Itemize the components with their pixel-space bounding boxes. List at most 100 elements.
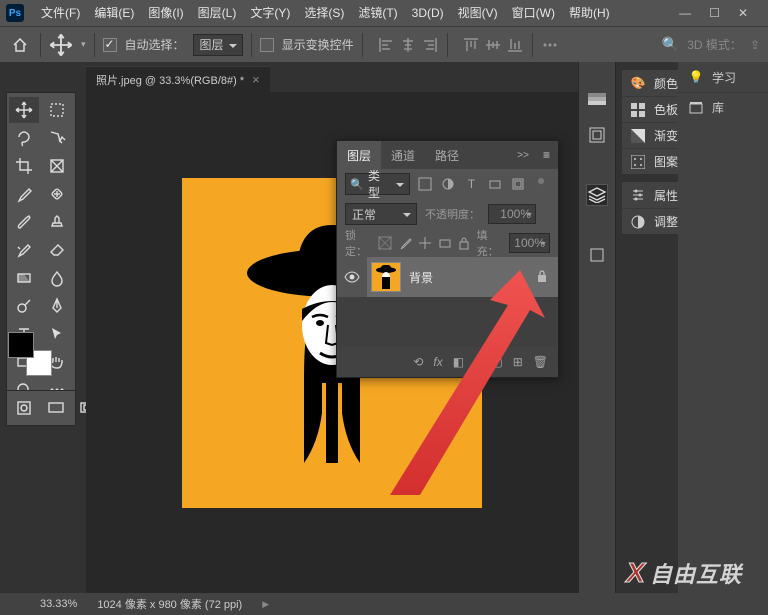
auto-select-target-dropdown[interactable]: 图层 <box>193 34 243 56</box>
blur-tool[interactable] <box>42 265 72 291</box>
layer-name[interactable]: 背景 <box>409 269 433 286</box>
close-button[interactable]: ✕ <box>738 6 748 20</box>
eyedropper-tool[interactable] <box>9 181 39 207</box>
align-top-icon[interactable] <box>462 36 480 54</box>
menu-3d[interactable]: 3D(D) <box>405 0 451 26</box>
home-button[interactable] <box>8 33 32 57</box>
layer-group-icon[interactable]: ▢ <box>491 355 502 369</box>
menu-file[interactable]: 文件(F) <box>34 0 87 26</box>
visibility-toggle[interactable] <box>337 257 367 297</box>
maximize-button[interactable]: ☐ <box>709 6 720 20</box>
layer-lock-icon[interactable] <box>536 269 558 286</box>
palette-icon: 🎨 <box>630 75 646 91</box>
tab-layers[interactable]: 图层 <box>337 141 381 169</box>
delete-layer-icon[interactable]: 🗑 <box>533 355 548 369</box>
blend-mode-value: 正常 <box>352 206 376 223</box>
menu-filter[interactable]: 滤镜(T) <box>351 0 404 26</box>
minimize-button[interactable]: — <box>679 6 691 20</box>
search-icon[interactable]: 🔍 <box>662 36 679 53</box>
new-layer-icon[interactable]: ⊞ <box>513 355 523 369</box>
move-tool-icon[interactable] <box>49 33 73 57</box>
layer-mask-icon[interactable]: ◧ <box>453 355 464 369</box>
crop-tool[interactable] <box>9 153 39 179</box>
share-icon[interactable]: ⇪ <box>750 38 760 52</box>
menu-image[interactable]: 图像(I) <box>141 0 190 26</box>
filter-kind-dropdown[interactable]: 类型 <box>345 173 410 195</box>
filter-toggle[interactable] <box>533 175 550 193</box>
align-right-icon[interactable] <box>421 36 439 54</box>
lock-artboard-icon[interactable] <box>438 235 452 251</box>
lock-all-icon[interactable] <box>458 235 471 251</box>
color-swatches[interactable] <box>8 332 52 376</box>
menu-type[interactable]: 文字(Y) <box>243 0 297 26</box>
align-center-h-icon[interactable] <box>399 36 417 54</box>
pen-tool[interactable] <box>42 293 72 319</box>
filter-pixel-icon[interactable] <box>416 175 433 193</box>
foreground-color[interactable] <box>8 332 34 358</box>
quick-select-tool[interactable] <box>42 125 72 151</box>
opacity-field[interactable]: 100% <box>488 204 536 224</box>
filter-type-icon[interactable]: T <box>463 175 480 193</box>
learn-column: 💡学习 库 <box>678 62 768 593</box>
document-tab[interactable]: 照片.jpeg @ 33.3%(RGB/8#) * × <box>86 66 270 92</box>
close-tab-icon[interactable]: × <box>252 72 260 87</box>
frame-tool[interactable] <box>42 153 72 179</box>
strip-color-icon[interactable] <box>586 88 608 110</box>
lock-pixels-icon[interactable] <box>378 235 392 251</box>
auto-select-checkbox[interactable] <box>103 38 117 52</box>
panel-learn[interactable]: 💡学习 <box>678 62 768 92</box>
gradient-tool[interactable] <box>9 265 39 291</box>
layers-panel-footer: ⟲ fx ◧ ◐ ▢ ⊞ 🗑 <box>337 347 558 377</box>
menu-layer[interactable]: 图层(L) <box>191 0 244 26</box>
screenmode-toggle[interactable] <box>41 395 71 421</box>
status-zoom[interactable]: 33.33% <box>40 598 77 610</box>
panel-library[interactable]: 库 <box>678 92 768 122</box>
status-dimensions[interactable]: 1024 像素 x 980 像素 (72 ppi) <box>97 596 242 612</box>
menu-edit[interactable]: 编辑(E) <box>87 0 141 26</box>
brush-tool[interactable] <box>9 209 39 235</box>
link-layers-icon[interactable]: ⟲ <box>413 355 423 369</box>
panel-adjust-label: 调整 <box>654 213 678 230</box>
lasso-tool[interactable] <box>9 125 39 151</box>
auto-select-label: 自动选择： <box>125 36 185 53</box>
strip-adjust-icon[interactable] <box>586 124 608 146</box>
tab-channels[interactable]: 通道 <box>381 141 425 169</box>
layers-list: 背景 <box>337 257 558 347</box>
lock-move-icon[interactable] <box>418 235 432 251</box>
align-left-icon[interactable] <box>377 36 395 54</box>
adjustment-layer-icon[interactable]: ◐ <box>474 355 481 369</box>
more-align-icon[interactable] <box>541 36 559 54</box>
marquee-tool[interactable] <box>42 97 72 123</box>
menu-help[interactable]: 帮助(H) <box>562 0 617 26</box>
blend-mode-dropdown[interactable]: 正常 <box>345 203 417 225</box>
layer-fx-icon[interactable]: fx <box>433 355 442 369</box>
quickmask-toggle[interactable] <box>9 395 39 421</box>
layer-row-background[interactable]: 背景 <box>337 257 558 297</box>
clone-stamp-tool[interactable] <box>42 209 72 235</box>
dodge-tool[interactable] <box>9 293 39 319</box>
menu-select[interactable]: 选择(S) <box>297 0 351 26</box>
filter-shape-icon[interactable] <box>486 175 503 193</box>
eraser-tool[interactable] <box>42 237 72 263</box>
tab-paths[interactable]: 路径 <box>425 141 469 169</box>
strip-layers-icon[interactable] <box>586 184 608 206</box>
history-brush-tool[interactable] <box>9 237 39 263</box>
menu-view[interactable]: 视图(V) <box>451 0 505 26</box>
panel-menu-icon[interactable]: ≡ <box>535 148 558 162</box>
layer-thumbnail[interactable] <box>371 262 401 292</box>
filter-adjust-icon[interactable] <box>439 175 456 193</box>
menu-window[interactable]: 窗口(W) <box>505 0 562 26</box>
healing-tool[interactable] <box>42 181 72 207</box>
strip-info-icon[interactable] <box>586 244 608 266</box>
show-transform-checkbox[interactable] <box>260 38 274 52</box>
status-flyout-icon[interactable]: ▶ <box>262 599 269 610</box>
layers-panel: 图层 通道 路径 >> ≡ 类型 T 正常 不透明度： 100% 锁定： 填充：… <box>336 140 559 378</box>
move-tool[interactable] <box>9 97 39 123</box>
tool-preset-arrow[interactable]: ▾ <box>81 39 86 50</box>
align-middle-icon[interactable] <box>484 36 502 54</box>
align-bottom-icon[interactable] <box>506 36 524 54</box>
fill-field[interactable]: 100% <box>509 233 550 253</box>
panel-collapse-icon[interactable]: >> <box>511 150 535 161</box>
filter-smart-icon[interactable] <box>509 175 526 193</box>
lock-position-icon[interactable] <box>398 235 412 251</box>
